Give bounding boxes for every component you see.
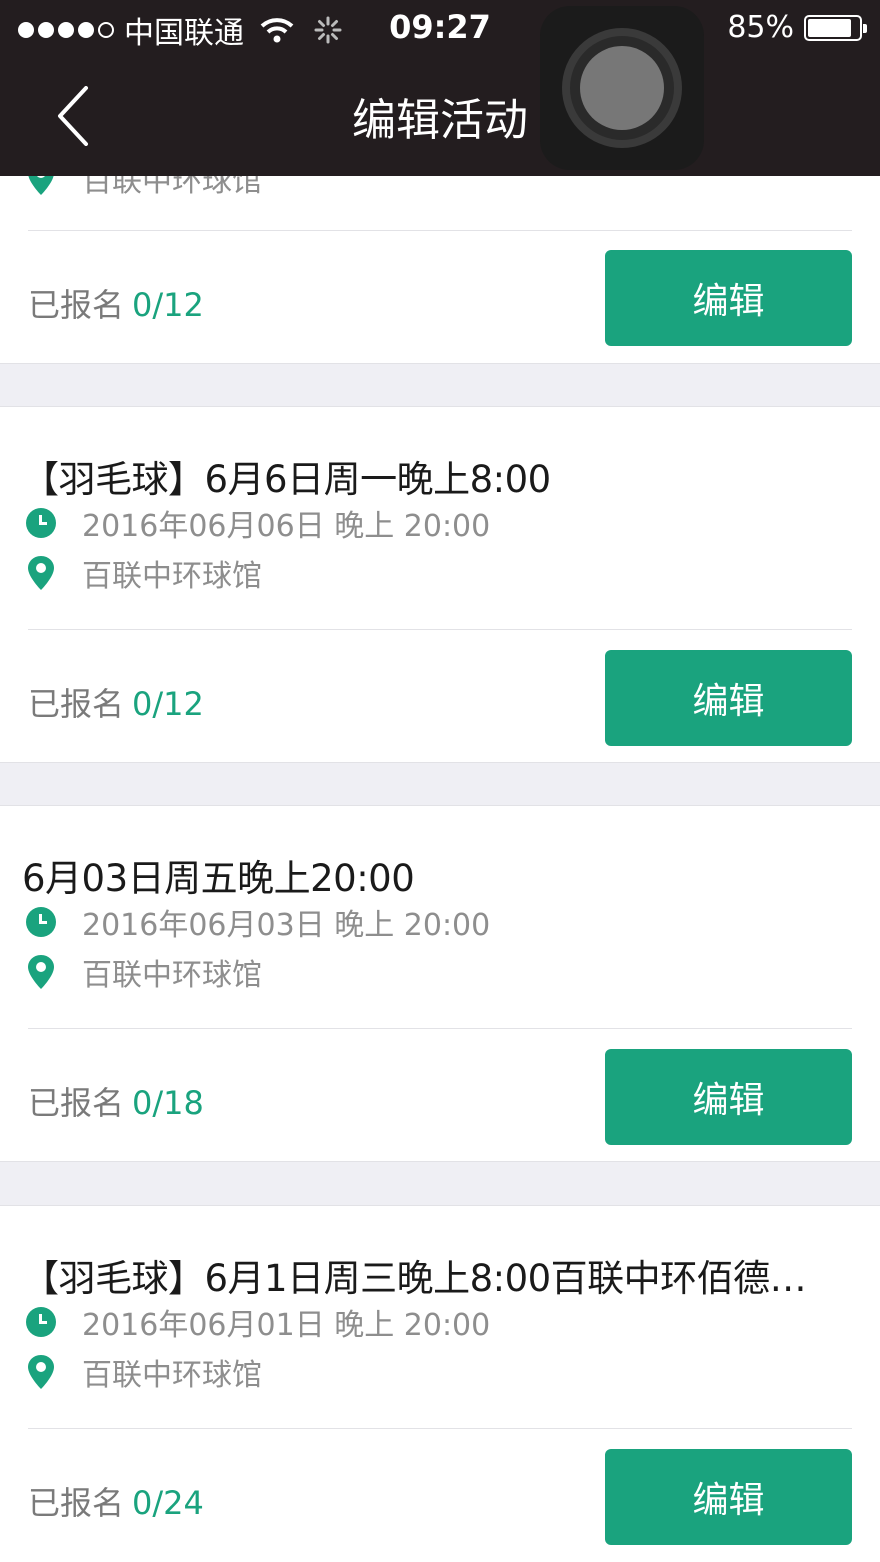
clock-icon <box>26 907 56 937</box>
location-row: 百联中环球馆 <box>26 1352 262 1393</box>
edit-button[interactable]: 编辑 <box>605 250 852 346</box>
status-bar: 中国联通 09:27 85% <box>0 0 880 56</box>
location-pin-icon <box>28 1355 54 1389</box>
datetime-row: 2016年06月06日 晚上 20:00 <box>26 503 491 544</box>
battery-percent: 85% <box>727 10 794 45</box>
datetime-text: 2016年06月06日 晚上 20:00 <box>82 509 491 544</box>
signup-status: 已报名 0/12 <box>28 280 204 326</box>
activity-card: 【羽毛球】6月1日周三晚上8:00百联中环佰德… 2016年06月01日 晚上 … <box>0 1205 880 1562</box>
signup-status: 已报名 0/24 <box>28 1478 204 1524</box>
edit-button[interactable]: 编辑 <box>605 1049 852 1145</box>
location-pin-icon <box>28 556 54 590</box>
signup-status: 已报名 0/18 <box>28 1078 204 1124</box>
location-pin-icon <box>28 955 54 989</box>
datetime-row: 2016年06月01日 晚上 20:00 <box>26 1302 491 1343</box>
clock-icon <box>26 508 56 538</box>
location-row: 百联中环球馆 <box>26 553 262 594</box>
status-right: 85% <box>727 10 867 45</box>
signup-status: 已报名 0/12 <box>28 679 204 725</box>
divider <box>28 1028 852 1029</box>
battery-icon <box>804 14 867 41</box>
activity-card: 【羽毛球】6月6日周一晚上8:00 2016年06月06日 晚上 20:00 百… <box>0 406 880 763</box>
clock-icon <box>26 1307 56 1337</box>
activity-card: 6月03日周五晚上20:00 2016年06月03日 晚上 20:00 百联中环… <box>0 805 880 1162</box>
signup-count: 0/12 <box>132 685 204 723</box>
signup-label: 已报名 <box>28 286 125 324</box>
signup-label: 已报名 <box>28 1084 125 1122</box>
activity-card-partial: 百联中环球馆 已报名 0/12 编辑 <box>0 150 880 364</box>
nav-bar: 编辑活动 <box>0 56 880 176</box>
activity-title[interactable]: 【羽毛球】6月6日周一晚上8:00 <box>22 449 842 503</box>
signup-label: 已报名 <box>28 685 125 723</box>
datetime-text: 2016年06月03日 晚上 20:00 <box>82 908 491 943</box>
activity-title[interactable]: 【羽毛球】6月1日周三晚上8:00百联中环佰德… <box>22 1248 842 1302</box>
edit-button[interactable]: 编辑 <box>605 1449 852 1545</box>
location-text: 百联中环球馆 <box>82 1358 262 1393</box>
signup-count: 0/18 <box>132 1084 204 1122</box>
signup-count: 0/24 <box>132 1484 204 1522</box>
divider <box>28 230 852 231</box>
location-row: 百联中环球馆 <box>26 952 262 993</box>
page-title: 编辑活动 <box>352 95 528 146</box>
activity-title[interactable]: 6月03日周五晚上20:00 <box>22 848 842 902</box>
assistive-touch-button[interactable] <box>540 6 704 170</box>
edit-button[interactable]: 编辑 <box>605 650 852 746</box>
datetime-row: 2016年06月03日 晚上 20:00 <box>26 902 491 943</box>
location-text: 百联中环球馆 <box>82 958 262 993</box>
location-text: 百联中环球馆 <box>82 559 262 594</box>
datetime-text: 2016年06月01日 晚上 20:00 <box>82 1308 491 1343</box>
signup-label: 已报名 <box>28 1484 125 1522</box>
divider <box>28 629 852 630</box>
divider <box>28 1428 852 1429</box>
signup-count: 0/12 <box>132 286 204 324</box>
